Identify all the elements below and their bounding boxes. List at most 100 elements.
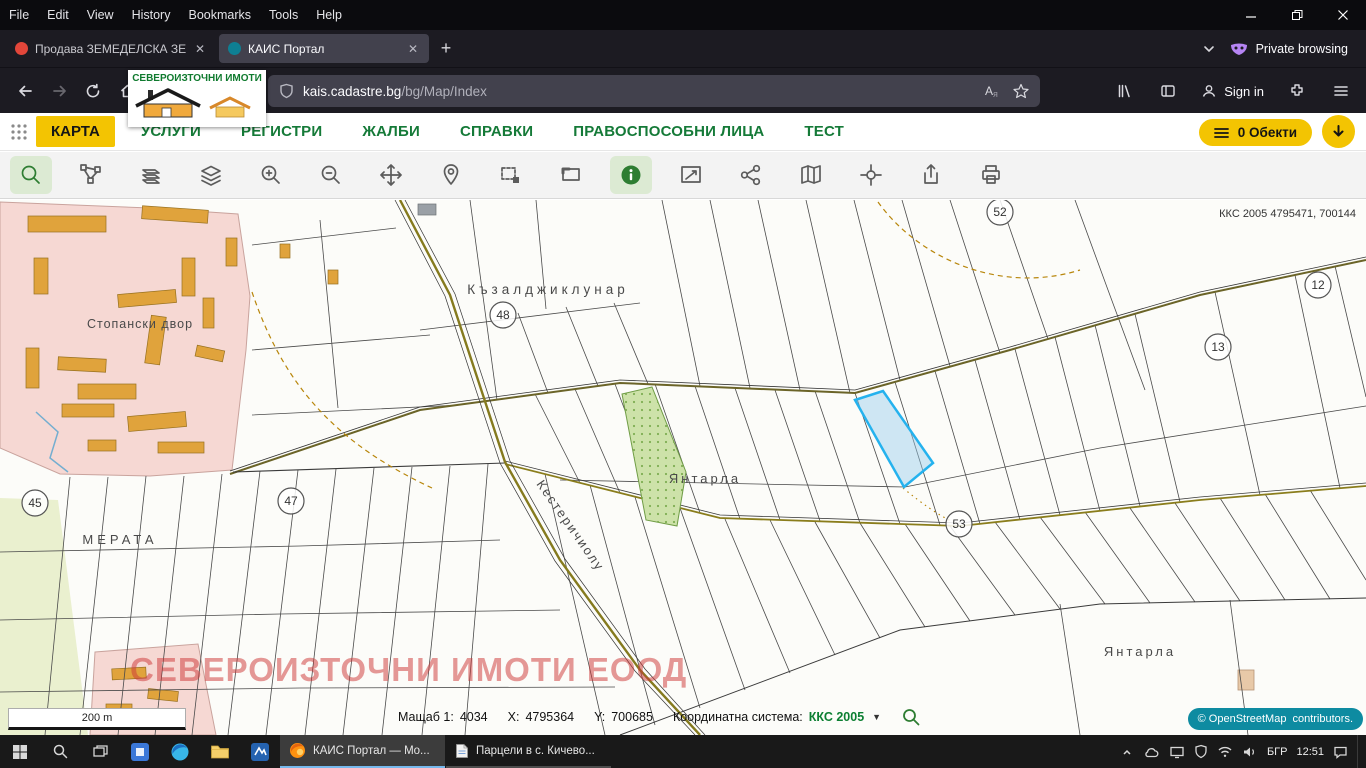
taskbar-app-1-icon[interactable] (120, 735, 160, 768)
parcel-badge: 12 (1305, 272, 1331, 298)
bookmark-star-icon[interactable] (1013, 83, 1029, 99)
svg-text:53: 53 (952, 517, 966, 531)
onedrive-icon[interactable] (1143, 745, 1160, 759)
sign-in-button[interactable]: Sign in (1195, 83, 1270, 99)
search-tool-icon[interactable] (10, 156, 52, 194)
menu-help[interactable]: Help (307, 5, 351, 25)
extent-icon[interactable] (550, 156, 592, 194)
menu-bookmarks[interactable]: Bookmarks (179, 5, 260, 25)
library-icon[interactable] (1107, 74, 1141, 108)
notifications-icon[interactable] (1333, 745, 1348, 759)
taskbar-search-icon[interactable] (40, 735, 80, 768)
crs-dropdown[interactable]: ККС 2005 (809, 710, 864, 724)
svg-text:я: я (993, 89, 998, 99)
edge-icon[interactable] (160, 735, 200, 768)
tab-favicon (15, 42, 28, 55)
minimize-button[interactable] (1228, 0, 1274, 30)
agency-logo-overlay: СЕВЕРОИЗТОЧНИ ИМОТИ (128, 70, 266, 127)
new-tab-button[interactable]: + (432, 35, 460, 63)
scale-value: 4034 (460, 710, 488, 724)
taskbar-app-2-icon[interactable] (240, 735, 280, 768)
list-tabs-icon[interactable] (1202, 42, 1216, 56)
osm-attribution[interactable]: © OpenStreetMap contributors. (1188, 708, 1363, 730)
menu-hamburger-icon[interactable] (1324, 74, 1358, 108)
translate-icon[interactable]: Aя (984, 83, 1001, 99)
layers-compare-icon[interactable] (130, 156, 172, 194)
map-sheet-icon[interactable] (790, 156, 832, 194)
nav-item-test[interactable]: ТЕСТ (804, 123, 844, 140)
nav-item-karta[interactable]: КАРТА (36, 116, 115, 147)
scale-bar: 200 m (8, 708, 186, 730)
label-farm: Стопански двор (87, 317, 193, 331)
menu-history[interactable]: History (123, 5, 180, 25)
tab-favicon (228, 42, 241, 55)
objects-count-button[interactable]: 0 Обекти (1199, 119, 1312, 146)
objects-download-button[interactable] (1322, 115, 1355, 148)
menu-file[interactable]: File (0, 5, 38, 25)
menu-view[interactable]: View (78, 5, 123, 25)
map-canvas[interactable]: 52 12 13 48 45 47 53 Къзалджиклунар Стоп… (0, 200, 1366, 735)
clock[interactable]: 12:51 (1296, 746, 1324, 758)
hidden-icons-chevron[interactable] (1120, 745, 1134, 759)
tab-title: КАИС Портал (248, 42, 399, 56)
crs-caret-icon[interactable]: ▼ (872, 712, 881, 722)
apps-grid-icon[interactable] (10, 123, 28, 141)
svg-text:13: 13 (1211, 340, 1225, 354)
file-explorer-icon[interactable] (200, 735, 240, 768)
shield-icon[interactable] (279, 83, 294, 99)
label-yantarla-south: Янтарла (1104, 644, 1176, 659)
coordinate-search-icon[interactable] (901, 707, 921, 727)
restore-button[interactable] (1274, 0, 1320, 30)
close-button[interactable] (1320, 0, 1366, 30)
select-area-icon[interactable] (490, 156, 532, 194)
account-icon (1201, 83, 1217, 99)
reload-icon[interactable] (76, 74, 110, 108)
nav-item-spravki[interactable]: СПРАВКИ (460, 123, 533, 140)
close-tab-icon[interactable]: ✕ (193, 42, 207, 56)
network-wifi-icon[interactable] (1217, 745, 1233, 758)
forward-icon[interactable] (42, 74, 76, 108)
menu-tools[interactable]: Tools (260, 5, 307, 25)
parcel-badge: 47 (278, 488, 304, 514)
nav-item-pravosposobni[interactable]: ПРАВОСПОСОБНИ ЛИЦА (573, 123, 764, 140)
house-logo-icon (132, 84, 258, 120)
security-shield-icon[interactable] (1194, 744, 1208, 759)
tab-title: Продава ЗЕМЕДЕЛСКА ЗЕМЯ в (35, 42, 186, 56)
sidebar-icon[interactable] (1151, 74, 1185, 108)
task-view-icon[interactable] (80, 735, 120, 768)
pan-icon[interactable] (370, 156, 412, 194)
arrow-down-icon (1331, 124, 1346, 140)
info-tool-icon[interactable] (610, 156, 652, 194)
clip-image-icon[interactable] (670, 156, 712, 194)
taskbar-window-kais[interactable]: КАИС Портал — Mo... (280, 735, 445, 768)
language-indicator[interactable]: БГР (1267, 746, 1288, 758)
volume-icon[interactable] (1242, 745, 1258, 759)
layers-icon[interactable] (190, 156, 232, 194)
windows-taskbar: КАИС Портал — Mo... Парцели в с. Кичево.… (0, 735, 1366, 768)
address-bar[interactable]: kais.cadastre.bg/bg/Map/Index Aя (268, 75, 1040, 107)
zoom-in-icon[interactable] (250, 156, 292, 194)
location-pin-icon[interactable] (430, 156, 472, 194)
coordinates-icon[interactable] (850, 156, 892, 194)
snap-tool-icon[interactable] (70, 156, 112, 194)
menu-edit[interactable]: Edit (38, 5, 78, 25)
nav-item-zhalbi[interactable]: ЖАЛБИ (362, 123, 420, 140)
tab-listing[interactable]: Продава ЗЕМЕДЕЛСКА ЗЕМЯ в ✕ (6, 34, 216, 63)
taskbar-window-parceli[interactable]: Парцели в с. Кичево... (446, 735, 611, 768)
map-toolbar (0, 152, 1366, 199)
display-icon[interactable] (1169, 745, 1185, 759)
share-icon[interactable] (730, 156, 772, 194)
y-value: 700685 (611, 710, 653, 724)
back-icon[interactable] (8, 74, 42, 108)
building-gray (418, 204, 436, 215)
show-desktop-button[interactable] (1357, 735, 1363, 768)
svg-text:45: 45 (28, 496, 42, 510)
extensions-icon[interactable] (1280, 74, 1314, 108)
tab-kais-portal[interactable]: КАИС Портал ✕ (219, 34, 429, 63)
start-button[interactable] (0, 735, 40, 768)
document-icon (455, 743, 469, 759)
export-icon[interactable] (910, 156, 952, 194)
close-tab-icon[interactable]: ✕ (406, 42, 420, 56)
print-icon[interactable] (970, 156, 1012, 194)
zoom-out-icon[interactable] (310, 156, 352, 194)
